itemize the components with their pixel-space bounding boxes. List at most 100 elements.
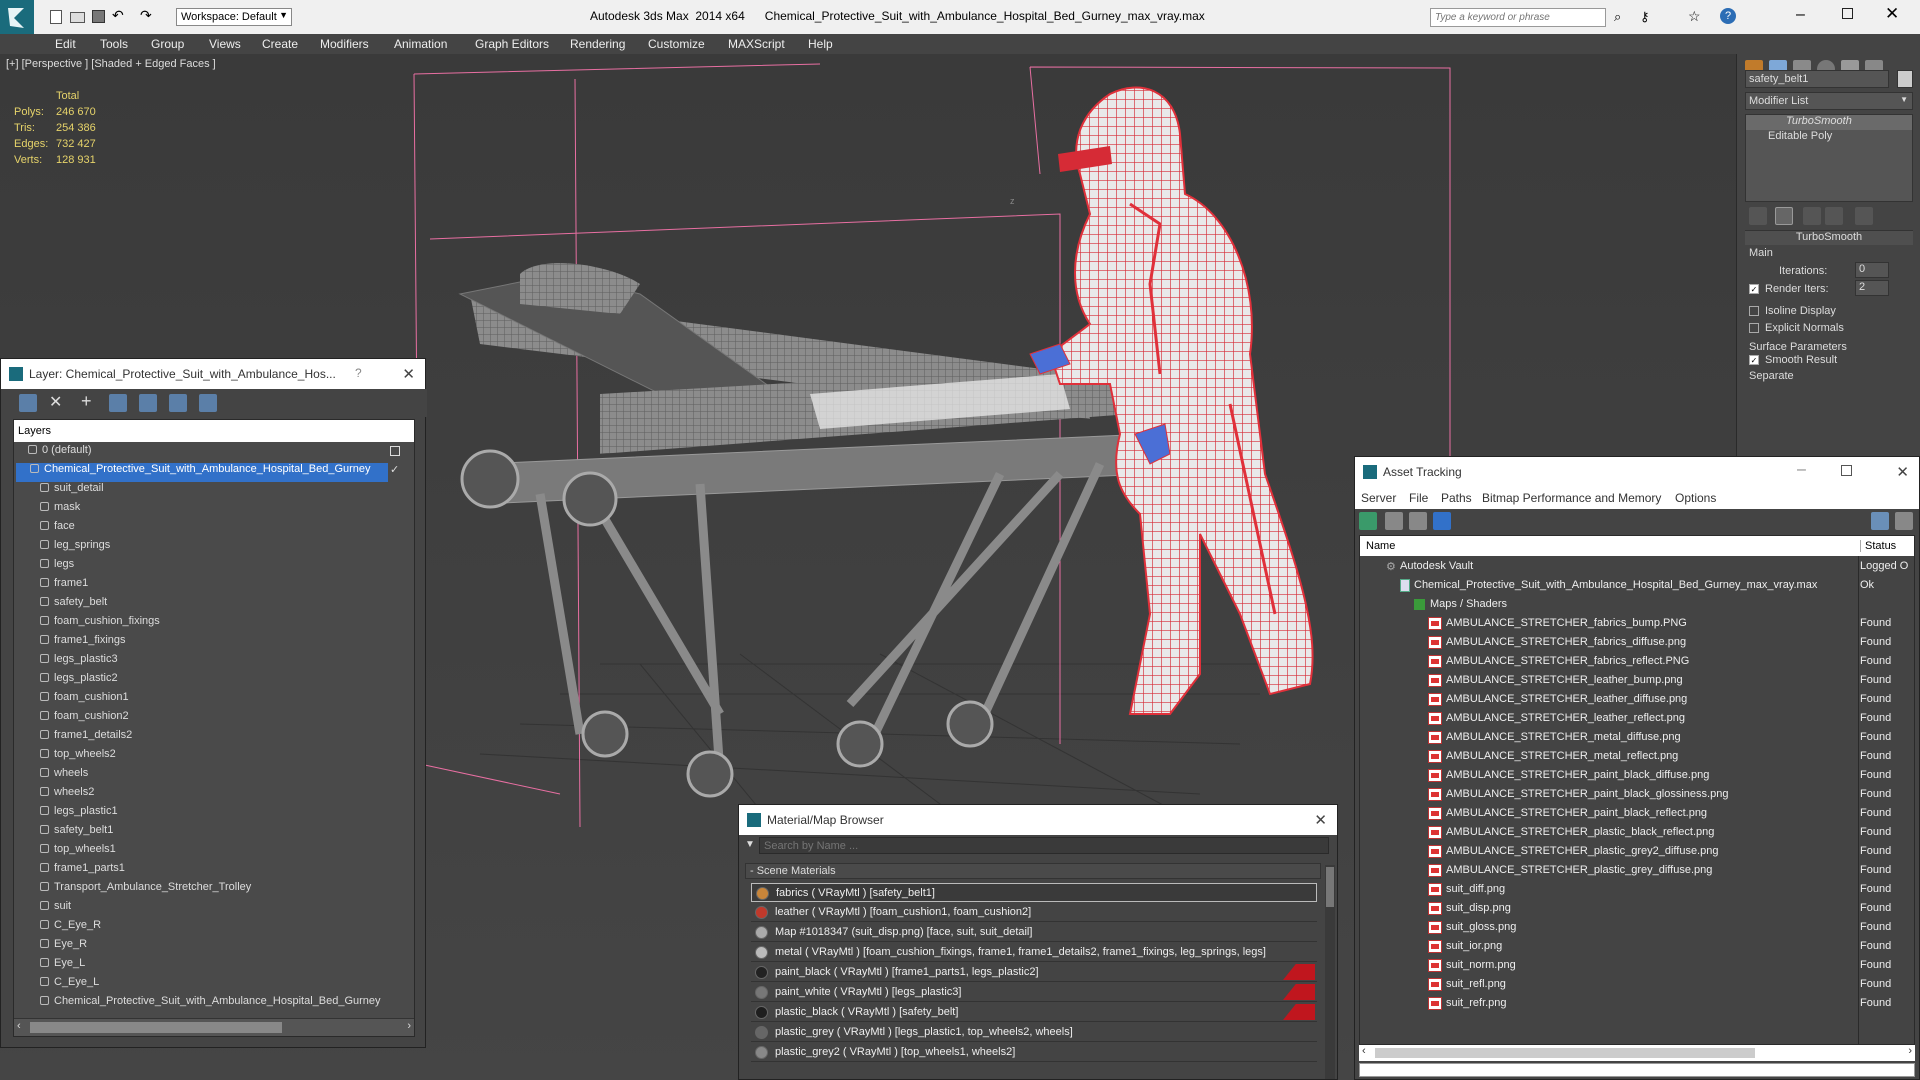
new-file-icon[interactable] <box>50 10 62 24</box>
material-item[interactable]: plastic_black ( VRayMtl ) [safety_belt] <box>751 1003 1317 1022</box>
material-item[interactable]: leather ( VRayMtl ) [foam_cushion1, foam… <box>751 903 1317 922</box>
layers-header[interactable]: Layers <box>14 420 414 442</box>
save-file-icon[interactable] <box>92 10 105 23</box>
asset-map-row[interactable]: AMBULANCE_STRETCHER_metal_diffuse.png Fou… <box>1360 729 1904 748</box>
object-name-field[interactable]: safety_belt1 <box>1745 70 1889 88</box>
layer-window-titlebar[interactable]: Layer: Chemical_Protective_Suit_with_Amb… <box>1 359 425 389</box>
infocenter-search[interactable] <box>1430 8 1606 27</box>
layer-object-item[interactable]: C_Eye_R <box>40 919 400 938</box>
asset-map-row[interactable]: AMBULANCE_STRETCHER_fabrics_bump.PNG Foun… <box>1360 615 1904 634</box>
scene-materials-group[interactable]: - Scene Materials <box>745 863 1321 879</box>
menu-rendering[interactable]: Rendering <box>570 37 625 51</box>
show-end-result-icon[interactable] <box>1775 207 1793 225</box>
asset-maps-folder-row[interactable]: Maps / Shaders <box>1360 596 1904 615</box>
asset-map-row[interactable]: suit_norm.png Found <box>1360 957 1904 976</box>
maximize-icon[interactable] <box>1842 8 1853 19</box>
scroll-thumb[interactable] <box>1326 867 1334 907</box>
layer-object-item[interactable]: top_wheels2 <box>40 748 400 767</box>
close-icon[interactable]: ✕ <box>1314 811 1327 829</box>
rollout-title[interactable]: TurboSmooth <box>1745 231 1913 245</box>
horizontal-scrollbar[interactable]: ‹ › <box>14 1018 414 1036</box>
asset-map-row[interactable]: AMBULANCE_STRETCHER_fabrics_diffuse.png F… <box>1360 634 1904 653</box>
layer-object-item[interactable]: frame1_fixings <box>40 634 400 653</box>
layer-object-item[interactable]: Chemical_Protective_Suit_with_Ambulance_… <box>40 995 400 1014</box>
redo-icon[interactable]: ↷ <box>140 7 152 24</box>
asset-map-row[interactable]: AMBULANCE_STRETCHER_plastic_black_reflec… <box>1360 824 1904 843</box>
hide-all-icon[interactable] <box>169 394 187 412</box>
layer-object-item[interactable]: suit <box>40 900 400 919</box>
menu-tools[interactable]: Tools <box>100 37 128 51</box>
material-vertical-scrollbar[interactable] <box>1325 865 1335 1079</box>
col-status-header[interactable]: Status <box>1860 540 1896 552</box>
asset-map-row[interactable]: suit_gloss.png Found <box>1360 919 1904 938</box>
asset-map-row[interactable]: AMBULANCE_STRETCHER_fabrics_reflect.PNG F… <box>1360 653 1904 672</box>
asset-menu-server[interactable]: Server <box>1361 491 1396 505</box>
menu-modifiers[interactable]: Modifiers <box>320 37 369 51</box>
scroll-right-icon[interactable]: › <box>1908 1045 1912 1057</box>
key-icon[interactable]: ⚷ <box>1640 9 1650 25</box>
layer-selected[interactable]: Chemical_Protective_Suit_with_Ambulance_… <box>16 463 388 482</box>
material-item[interactable]: metal ( VRayMtl ) [foam_cushion_fixings,… <box>751 943 1317 962</box>
menu-create[interactable]: Create <box>262 37 298 51</box>
isoline-checkbox[interactable] <box>1749 306 1759 316</box>
menu-views[interactable]: Views <box>209 37 241 51</box>
asset-map-row[interactable]: AMBULANCE_STRETCHER_plastic_grey_diffuse… <box>1360 862 1904 881</box>
help-icon[interactable] <box>1871 512 1889 530</box>
layer-object-item[interactable]: suit_detail <box>40 482 400 501</box>
layer-object-item[interactable]: leg_springs <box>40 539 400 558</box>
asset-map-row[interactable]: AMBULANCE_STRETCHER_paint_black_glossine… <box>1360 786 1904 805</box>
layer-object-item[interactable]: wheels2 <box>40 786 400 805</box>
scroll-thumb[interactable] <box>30 1022 282 1033</box>
open-file-icon[interactable] <box>70 12 85 23</box>
asset-horizontal-scrollbar[interactable]: ‹ › <box>1359 1045 1915 1061</box>
new-layer-icon[interactable] <box>19 394 37 412</box>
asset-menu-paths[interactable]: Paths <box>1441 491 1472 505</box>
layer-current-checkbox[interactable] <box>390 446 400 456</box>
asset-map-row[interactable]: AMBULANCE_STRETCHER_leather_bump.png Foun… <box>1360 672 1904 691</box>
layer-object-item[interactable]: Eye_L <box>40 957 400 976</box>
asset-map-row[interactable]: suit_disp.png Found <box>1360 900 1904 919</box>
pin-stack-icon[interactable] <box>1749 207 1767 225</box>
menu-help[interactable]: Help <box>808 37 833 51</box>
asset-map-row[interactable]: suit_diff.png Found <box>1360 881 1904 900</box>
material-item[interactable]: Map #1018347 (suit_disp.png) [face, suit… <box>751 923 1317 942</box>
iterations-spinner[interactable]: 0 <box>1855 262 1889 278</box>
tree-view-icon[interactable] <box>1409 512 1427 530</box>
material-item[interactable]: plastic_grey2 ( VRayMtl ) [top_wheels1, … <box>751 1043 1317 1062</box>
help-icon[interactable]: ? <box>355 366 362 380</box>
layer-object-item[interactable]: top_wheels1 <box>40 843 400 862</box>
col-name-header[interactable]: Name <box>1366 540 1395 552</box>
configure-sets-icon[interactable] <box>1855 207 1873 225</box>
layer-object-item[interactable]: foam_cushion2 <box>40 710 400 729</box>
menu-maxscript[interactable]: MAXScript <box>728 37 785 51</box>
asset-map-row[interactable]: AMBULANCE_STRETCHER_paint_black_reflect.… <box>1360 805 1904 824</box>
asset-map-row[interactable]: suit_refr.png Found <box>1360 995 1904 1014</box>
menu-graph-editors[interactable]: Graph Editors <box>475 37 549 51</box>
material-search-input[interactable] <box>759 837 1329 854</box>
asset-menu-file[interactable]: File <box>1409 491 1428 505</box>
asset-map-row[interactable]: suit_refl.png Found <box>1360 976 1904 995</box>
asset-file-row[interactable]: Chemical_Protective_Suit_with_Ambulance_… <box>1360 577 1904 596</box>
layer-object-item[interactable]: face <box>40 520 400 539</box>
layer-object-item[interactable]: frame1_parts1 <box>40 862 400 881</box>
layer-object-item[interactable]: legs_plastic2 <box>40 672 400 691</box>
render-iters-checkbox[interactable]: ✓ <box>1749 284 1759 294</box>
layer-object-item[interactable]: safety_belt <box>40 596 400 615</box>
render-iters-spinner[interactable]: 2 <box>1855 280 1889 296</box>
menu-animation[interactable]: Animation <box>394 37 447 51</box>
explicit-normals-checkbox[interactable] <box>1749 323 1759 333</box>
scroll-left-icon[interactable]: ‹ <box>17 1020 21 1032</box>
layer-default[interactable]: 0 (default) <box>28 444 398 463</box>
asset-path-field[interactable] <box>1359 1063 1915 1077</box>
material-item[interactable]: paint_black ( VRayMtl ) [frame1_parts1, … <box>751 963 1317 982</box>
highlight-layer-icon[interactable] <box>139 394 157 412</box>
asset-map-row[interactable]: AMBULANCE_STRETCHER_plastic_grey2_diffus… <box>1360 843 1904 862</box>
smooth-result-checkbox[interactable]: ✓ <box>1749 355 1759 365</box>
asset-window-titlebar[interactable]: Asset Tracking – ✕ <box>1355 457 1919 487</box>
help-icon[interactable]: ? <box>1720 8 1736 24</box>
layer-object-item[interactable]: Transport_Ambulance_Stretcher_Trolley <box>40 881 400 900</box>
layer-object-item[interactable]: foam_cushion1 <box>40 691 400 710</box>
search-input[interactable] <box>1431 9 1601 25</box>
scroll-thumb[interactable] <box>1375 1048 1755 1058</box>
asset-map-row[interactable]: AMBULANCE_STRETCHER_leather_reflect.png F… <box>1360 710 1904 729</box>
